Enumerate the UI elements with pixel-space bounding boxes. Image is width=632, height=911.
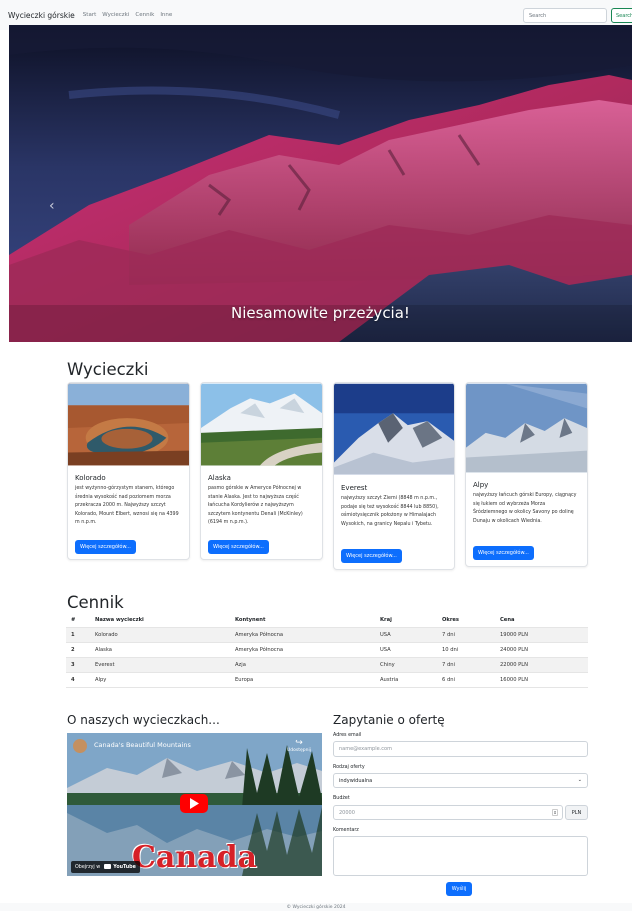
table-cell: Chiny — [375, 657, 437, 673]
search-input[interactable]: Search — [523, 8, 607, 23]
table-header-row: # Nazwa wycieczki Kontynent Kraj Okres C… — [66, 614, 588, 628]
email-placeholder: name@example.com — [339, 746, 392, 752]
more-details-button[interactable]: Więcej szczegółów... — [208, 540, 269, 554]
table-cell: USA — [375, 642, 437, 658]
table-cell: 22000 PLN — [495, 657, 588, 673]
table-cell: Everest — [90, 657, 230, 673]
footer-text: © Wycieczki górskie 2024 — [286, 905, 346, 910]
table-cell: Alpy — [90, 672, 230, 688]
table-row: 4 Alpy Europa Austria 6 dni 16000 PLN — [66, 672, 588, 688]
budget-unit-label: PLN — [571, 810, 582, 816]
card-text: pasmo górskie w Ameryce Północnej w stan… — [208, 486, 303, 526]
table-cell: Ameryka Północna — [230, 627, 375, 643]
about-heading: O naszych wycieczkach... — [67, 713, 220, 727]
column-header: Kraj — [375, 614, 437, 628]
card-text: jest wyżynno-górzystym stanem, którego ś… — [75, 486, 179, 526]
table-cell: Alaska — [90, 642, 230, 658]
budget-label: Budżet — [333, 796, 350, 801]
table-cell: 24000 PLN — [495, 642, 588, 658]
card-title: Kolorado — [75, 474, 106, 482]
search-button[interactable]: Search — [611, 8, 632, 23]
comment-label: Komentarz — [333, 828, 359, 833]
tour-card-alaska: Alaska pasmo górskie w Ameryce Północnej… — [200, 382, 323, 560]
table-row: 2 Alaska Ameryka Północna USA 10 dni 240… — [66, 642, 588, 658]
tour-card-kolorado: Kolorado jest wyżynno-górzystym stanem, … — [67, 382, 190, 560]
youtube-label: YouTube — [113, 865, 136, 870]
tours-heading: Wycieczki — [67, 360, 149, 379]
table-cell: 10 dni — [437, 642, 495, 658]
column-header: Kontynent — [230, 614, 375, 628]
table-cell: 4 — [66, 672, 90, 688]
carousel-prev-glyph[interactable]: ‹ — [49, 198, 55, 214]
stepper-icon[interactable]: ⇕ — [552, 809, 558, 816]
table-cell: 1 — [66, 627, 90, 643]
alpy-image — [466, 383, 587, 473]
hero-image — [9, 25, 632, 342]
budget-placeholder: 20000 — [339, 810, 355, 816]
offer-type-value: indywidualna — [339, 778, 373, 784]
offer-type-select[interactable]: indywidualna ⌄ — [333, 773, 588, 788]
form-heading: Zapytanie o ofertę — [333, 713, 445, 727]
watch-on-youtube-button[interactable]: Obejrzyj w YouTube — [71, 861, 140, 873]
more-details-button[interactable]: Więcej szczegółów... — [75, 540, 136, 554]
table-cell: 2 — [66, 642, 90, 658]
table-row: 1 Kolorado Ameryka Północna USA 7 dni 19… — [66, 627, 588, 643]
search-placeholder: Search — [529, 13, 547, 19]
alaska-image — [201, 383, 322, 466]
budget-unit: PLN — [565, 805, 588, 820]
nav-link-pricing[interactable]: Cennik — [135, 12, 154, 18]
share-icon: ↪ — [295, 738, 303, 748]
comment-textarea[interactable] — [333, 836, 588, 876]
table-cell: 19000 PLN — [495, 627, 588, 643]
table-cell: USA — [375, 627, 437, 643]
nav-link-other[interactable]: Inne — [160, 12, 172, 18]
watch-on-label: Obejrzyj w — [75, 865, 101, 870]
submit-button[interactable]: Wyślij — [446, 882, 472, 896]
kolorado-image — [68, 383, 189, 466]
tour-card-alpy: Alpy najwyższy łańcuch górski Europy, ci… — [465, 382, 588, 567]
card-text: najwyższy szczyt Ziemi (8848 m n.p.m., p… — [341, 496, 439, 527]
table-cell: 7 dni — [437, 627, 495, 643]
table-cell: Austria — [375, 672, 437, 688]
more-details-button[interactable]: Więcej szczegółów... — [473, 546, 534, 560]
navbar-brand[interactable]: Wycieczki górskie — [8, 11, 75, 20]
table-cell: 6 dni — [437, 672, 495, 688]
email-field[interactable]: name@example.com — [333, 741, 588, 757]
nav-link-tours[interactable]: Wycieczki — [102, 12, 129, 18]
table-cell: Azja — [230, 657, 375, 673]
chevron-down-icon: ⌄ — [577, 777, 582, 783]
offer-type-label: Rodzaj oferty — [333, 765, 365, 770]
table-cell: Europa — [230, 672, 375, 688]
share-button[interactable]: ↪ Udostępnij — [284, 738, 314, 753]
budget-field[interactable]: 20000 ⇕ — [333, 805, 563, 820]
column-header: Okres — [437, 614, 495, 628]
card-title: Alaska — [208, 474, 231, 482]
everest-image — [334, 383, 454, 475]
column-header: Nazwa wycieczki — [90, 614, 230, 628]
table-cell: Ameryka Północna — [230, 642, 375, 658]
card-title: Alpy — [473, 481, 489, 489]
table-row: 3 Everest Azja Chiny 7 dni 22000 PLN — [66, 657, 588, 673]
pricing-table: # Nazwa wycieczki Kontynent Kraj Okres C… — [66, 614, 588, 688]
nav-link-start[interactable]: Start — [83, 12, 96, 18]
share-label: Udostępnij — [287, 748, 311, 753]
table-cell: Kolorado — [90, 627, 230, 643]
youtube-icon — [103, 864, 111, 869]
video-title[interactable]: Canada's Beautiful Mountains — [94, 741, 191, 749]
hero-carousel: chevron-left-icon ‹ Niesamowite przeżyci… — [9, 25, 632, 342]
column-header: # — [66, 614, 90, 628]
card-title: Everest — [341, 484, 368, 492]
hero-caption: Niesamowite przeżycia! — [231, 304, 410, 322]
email-label: Adres email — [333, 733, 362, 738]
tour-card-everest: Everest najwyższy szczyt Ziemi (8848 m n… — [333, 382, 455, 570]
table-cell: 3 — [66, 657, 90, 673]
column-header: Cena — [495, 614, 588, 628]
card-text: najwyższy łańcuch górski Europy, ciągnąc… — [473, 493, 577, 524]
video-embed[interactable]: Canada's Beautiful Mountains ↪ Udostępni… — [67, 733, 322, 876]
pricing-heading: Cennik — [67, 593, 124, 612]
table-cell: 7 dni — [437, 657, 495, 673]
table-cell: 16000 PLN — [495, 672, 588, 688]
more-details-button[interactable]: Więcej szczegółów... — [341, 549, 402, 563]
